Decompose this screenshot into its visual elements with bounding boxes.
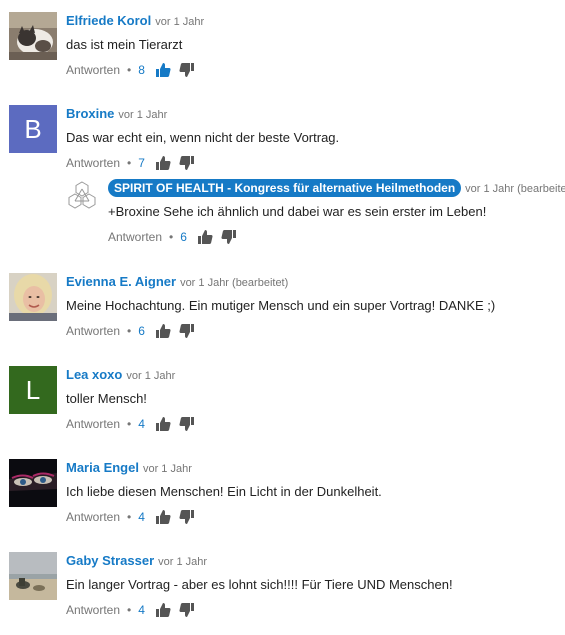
reply-button[interactable]: Antworten [66, 417, 120, 431]
like-count: 8 [138, 63, 145, 77]
separator-dot: • [127, 603, 132, 617]
comment-text: toller Mensch! [66, 391, 147, 406]
separator-dot: • [127, 156, 132, 170]
avatar-letter: L [25, 374, 41, 405]
reply-button[interactable]: Antworten [66, 510, 120, 524]
thumbs-up-icon[interactable] [155, 62, 171, 78]
thumbs-up-icon[interactable] [155, 602, 171, 618]
thumbs-down-icon[interactable] [221, 229, 237, 245]
thumbs-up-icon[interactable] [155, 509, 171, 525]
thumbs-down-icon[interactable] [179, 62, 195, 78]
comment-author[interactable]: Evienna E. Aigner [66, 274, 176, 289]
like-count: 6 [138, 324, 145, 338]
comment-time[interactable]: vor 1 Jahr [143, 463, 192, 475]
comment-time[interactable]: vor 1 Jahr [158, 556, 207, 568]
separator-dot: • [127, 324, 132, 338]
avatar-letter: B [24, 113, 42, 144]
reply-button[interactable]: Antworten [66, 156, 120, 170]
comment-actions: Antworten • 8 [66, 61, 565, 79]
comment-author[interactable]: Elfriede Korol [66, 13, 151, 28]
reply-button[interactable]: Antworten [108, 230, 162, 244]
woman-photo-avatar[interactable] [9, 273, 57, 321]
reply-button[interactable]: Antworten [66, 603, 120, 617]
thumbs-down-icon[interactable] [179, 509, 195, 525]
comment-time[interactable]: vor 1 Jahr [118, 109, 167, 121]
comment-actions: Antworten • 6 [108, 228, 565, 246]
comment-text: Meine Hochachtung. Ein mutiger Mensch un… [66, 298, 496, 313]
comment-actions: Antworten • 4 [66, 601, 565, 619]
comment-actions: Antworten • 6 [66, 322, 565, 340]
separator-dot: • [127, 510, 132, 524]
beach-photo-avatar[interactable] [9, 552, 57, 600]
thumbs-down-icon[interactable] [179, 602, 195, 618]
thumbs-up-icon[interactable] [155, 416, 171, 432]
comment-author[interactable]: Broxine [66, 106, 114, 121]
comment-text: das ist mein Tierarzt [66, 37, 183, 52]
comment-time[interactable]: vor 1 Jahr [126, 370, 175, 382]
eyes-photo-avatar[interactable] [9, 459, 57, 507]
thumbs-down-icon[interactable] [179, 323, 195, 339]
reply-button[interactable]: Antworten [66, 324, 120, 338]
thumbs-up-icon[interactable] [155, 323, 171, 339]
comment-text: Ein langer Vortrag - aber es lohnt sich!… [66, 577, 453, 592]
avatar[interactable]: B [9, 105, 57, 153]
comment-actions: Antworten • 4 [66, 415, 565, 433]
like-count: 4 [138, 510, 145, 524]
like-count: 4 [138, 603, 145, 617]
hexagon-logo-avatar[interactable] [66, 179, 98, 211]
separator-dot: • [127, 417, 132, 431]
reply-button[interactable]: Antworten [66, 63, 120, 77]
thumbs-up-icon[interactable] [155, 155, 171, 171]
thumbs-up-icon[interactable] [197, 229, 213, 245]
like-count: 6 [180, 230, 187, 244]
avatar[interactable]: L [9, 366, 57, 414]
like-count: 4 [138, 417, 145, 431]
separator-dot: • [127, 63, 132, 77]
comment-actions: Antworten • 7 [66, 154, 565, 172]
like-count: 7 [138, 156, 145, 170]
comment-actions: Antworten • 4 [66, 508, 565, 526]
comment-time[interactable]: vor 1 Jahr [155, 16, 204, 28]
thumbs-down-icon[interactable] [179, 416, 195, 432]
cat-photo-avatar[interactable] [9, 12, 57, 60]
comment-text: +Broxine Sehe ich ähnlich und dabei war … [108, 204, 487, 219]
comment-author[interactable]: Gaby Strasser [66, 553, 154, 568]
comment-text: Ich liebe diesen Menschen! Ein Licht in … [66, 484, 382, 499]
comment-text: Das war echt ein, wenn nicht der beste V… [66, 130, 340, 145]
comment-time[interactable]: vor 1 Jahr (bearbeitet) [180, 277, 288, 289]
comment-time[interactable]: vor 1 Jahr (bearbeitet) [465, 183, 565, 195]
comment-author[interactable]: Lea xoxo [66, 367, 122, 382]
thumbs-down-icon[interactable] [179, 155, 195, 171]
channel-owner-badge[interactable]: SPIRIT OF HEALTH - Kongress für alternat… [108, 179, 462, 197]
separator-dot: • [169, 230, 174, 244]
comment-author[interactable]: Maria Engel [66, 460, 139, 475]
